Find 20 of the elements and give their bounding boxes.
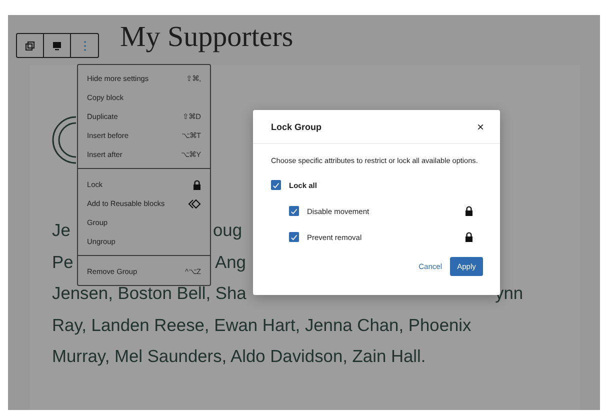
- supporter-names-text: oug: [213, 219, 242, 242]
- concentric-circles-drawing: [52, 115, 76, 165]
- lock-icon: [465, 206, 473, 216]
- supporter-names-text: Jensen, Boston Bell, Sha: [52, 282, 246, 306]
- page-title: My Supporters: [120, 20, 294, 55]
- supporter-names-text: Je: [52, 219, 70, 242]
- more-icon: [82, 40, 86, 52]
- lock-icon: [193, 180, 201, 190]
- supporter-names-text: Murray, Mel Saunders, Aldo Davidson, Zain Hall.: [52, 345, 426, 368]
- supporter-names-text: Pe: [52, 250, 74, 274]
- checkbox[interactable]: [289, 232, 299, 242]
- supporter-names-text: Ray, Landen Reese, Ewan Hart, Jenna Chan, Phoenix: [52, 314, 472, 337]
- checkbox[interactable]: [271, 180, 281, 190]
- diamond-icon: [188, 198, 201, 208]
- dialog-title: Lock Group: [271, 122, 322, 132]
- close-button[interactable]: ×: [476, 120, 484, 132]
- copy-icon: [25, 40, 35, 50]
- lock-icon: [465, 232, 473, 242]
- supporter-names-text: Ang: [215, 250, 246, 274]
- checkbox[interactable]: [289, 206, 299, 216]
